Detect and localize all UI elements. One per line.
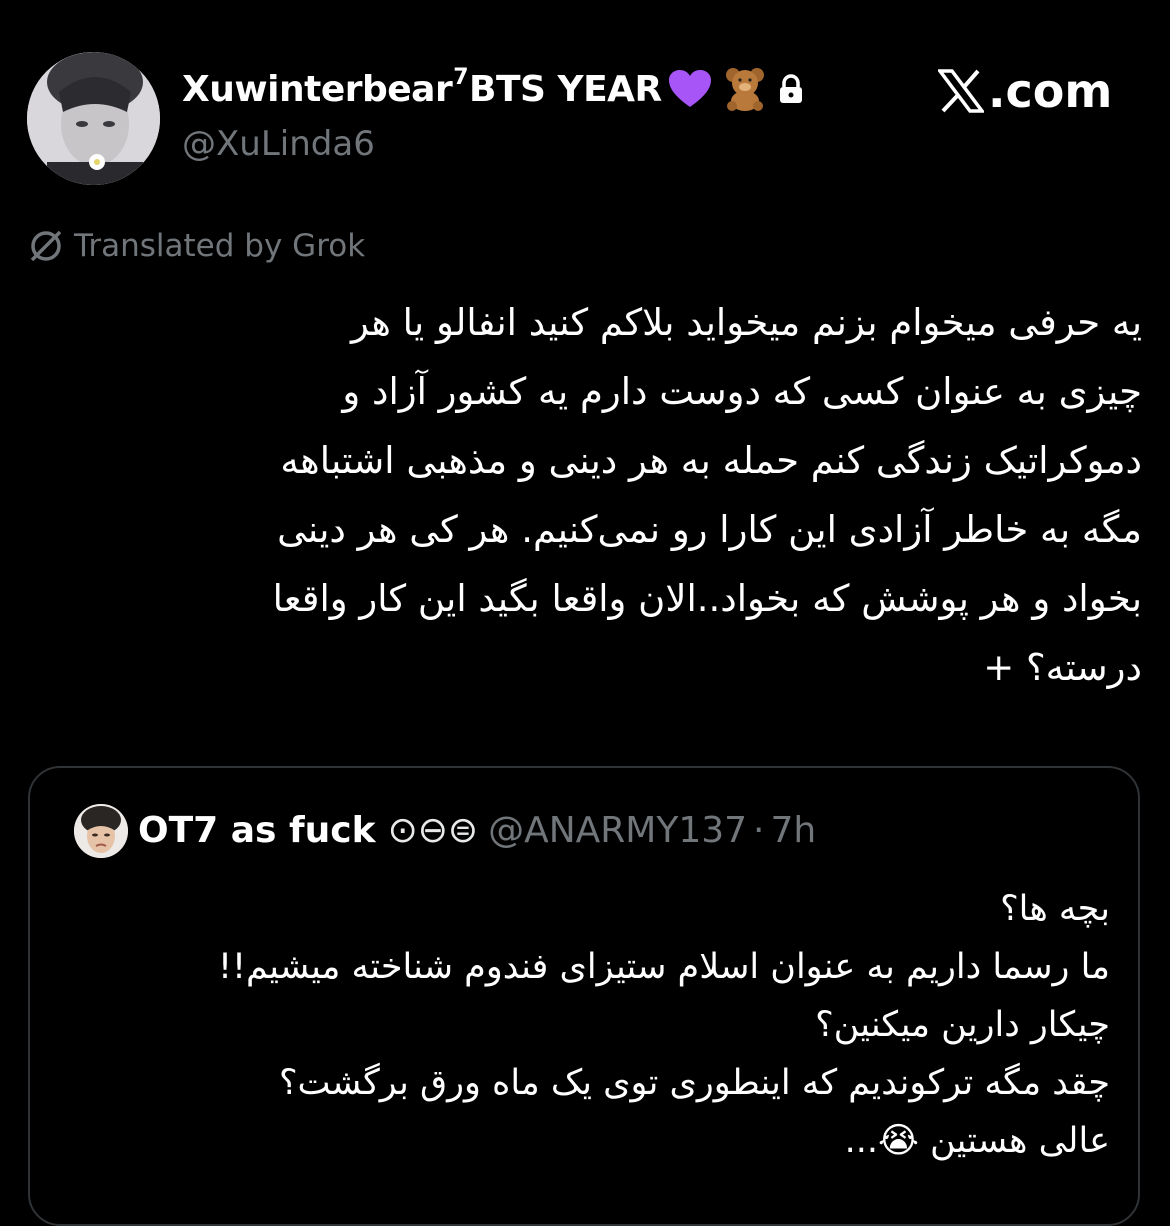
purple-heart-icon	[668, 70, 711, 107]
quoted-avatar-image	[74, 804, 128, 858]
quoted-line: عالی هستین 😭...	[844, 1121, 1110, 1161]
tweet-line: چیزی به عنوان کسی که دوست دارم یه کشور آ…	[342, 370, 1142, 413]
user-handle[interactable]: @XuLinda6	[182, 124, 375, 164]
x-logo-icon	[938, 69, 984, 113]
avatar[interactable]	[27, 52, 160, 185]
quoted-badges: ⊙⊖⊜	[387, 810, 479, 851]
quoted-header: OT7 as fuck ⊙⊖⊜ @ANARMY137 · 7h	[138, 810, 816, 851]
display-name-superscript: 7	[453, 64, 469, 90]
display-name-text: Xuwinterbear	[182, 68, 453, 110]
quoted-line: ما رسما داریم به عنوان اسلام ستیزای فندو…	[217, 947, 1110, 987]
quoted-line: چیکار دارین میکنین؟	[815, 1005, 1110, 1045]
quoted-line: بچه ها؟	[1000, 889, 1110, 929]
quoted-timestamp[interactable]: 7h	[771, 810, 817, 851]
quoted-separator: ·	[753, 810, 765, 851]
lock-icon	[779, 74, 802, 103]
quoted-text: بچه ها؟ ما رسما داریم به عنوان اسلام ستی…	[50, 880, 1110, 1170]
display-name[interactable]: Xuwinterbear 7 BTS YEAR	[182, 64, 804, 112]
tweet-text: یه حرفی میخوام بزنم میخواید بلاکم کنید ا…	[30, 288, 1142, 702]
grok-icon	[30, 230, 62, 262]
avatar-image	[27, 52, 160, 185]
quoted-avatar[interactable]	[74, 804, 128, 858]
tweet-line: دموکراتیک زندگی کنم حمله به هر دینی و مذ…	[280, 439, 1142, 482]
quoted-tweet[interactable]: OT7 as fuck ⊙⊖⊜ @ANARMY137 · 7h بچه ها؟ …	[28, 766, 1140, 1226]
display-name-suffix: BTS YEAR	[469, 68, 662, 110]
quoted-handle[interactable]: @ANARMY137	[488, 810, 747, 851]
quoted-display-name[interactable]: OT7 as fuck	[138, 810, 376, 851]
tweet-line: یه حرفی میخوام بزنم میخواید بلاکم کنید ا…	[350, 301, 1142, 344]
translation-note[interactable]: Translated by Grok	[28, 228, 365, 264]
tweet-line: مگه به خاطر آزادی این کارا رو نمی‌کنیم. …	[277, 508, 1142, 551]
x-com-logo: .com	[938, 64, 1112, 118]
tweet-line: بخواد و هر پوشش که بخواد..الان واقعا بگی…	[272, 577, 1142, 620]
quoted-line: چقد مگه ترکوندیم که اینطوری توی یک ماه و…	[278, 1063, 1110, 1103]
tweet-line: درسته؟ +	[983, 646, 1142, 689]
teddy-bear-icon	[725, 68, 764, 111]
tweet-card: Xuwinterbear 7 BTS YEAR @XuLinda6 .com T…	[0, 0, 1170, 1226]
translation-label: Translated by Grok	[74, 228, 366, 264]
site-label: .com	[988, 64, 1113, 118]
